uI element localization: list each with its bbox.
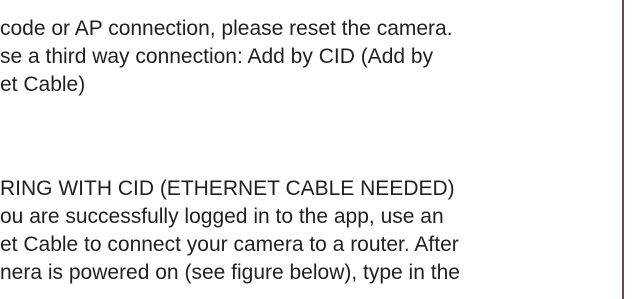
text-line-4: ou are successfully logged in to the app… bbox=[0, 205, 444, 228]
text-line-2: se a third way connection: Add by CID (A… bbox=[0, 45, 434, 68]
page-border bbox=[622, 0, 624, 299]
text-line-5: et Cable to connect your camera to a rou… bbox=[0, 233, 459, 256]
text-line-1: code or AP connection, please reset the … bbox=[0, 17, 453, 40]
document-page: code or AP connection, please reset the … bbox=[0, 0, 636, 299]
text-line-6: nera is powered on (see figure below), t… bbox=[0, 261, 460, 284]
section-heading: RING WITH CID (ETHERNET CABLE NEEDED) bbox=[0, 177, 455, 200]
text-line-3: et Cable) bbox=[0, 73, 86, 96]
